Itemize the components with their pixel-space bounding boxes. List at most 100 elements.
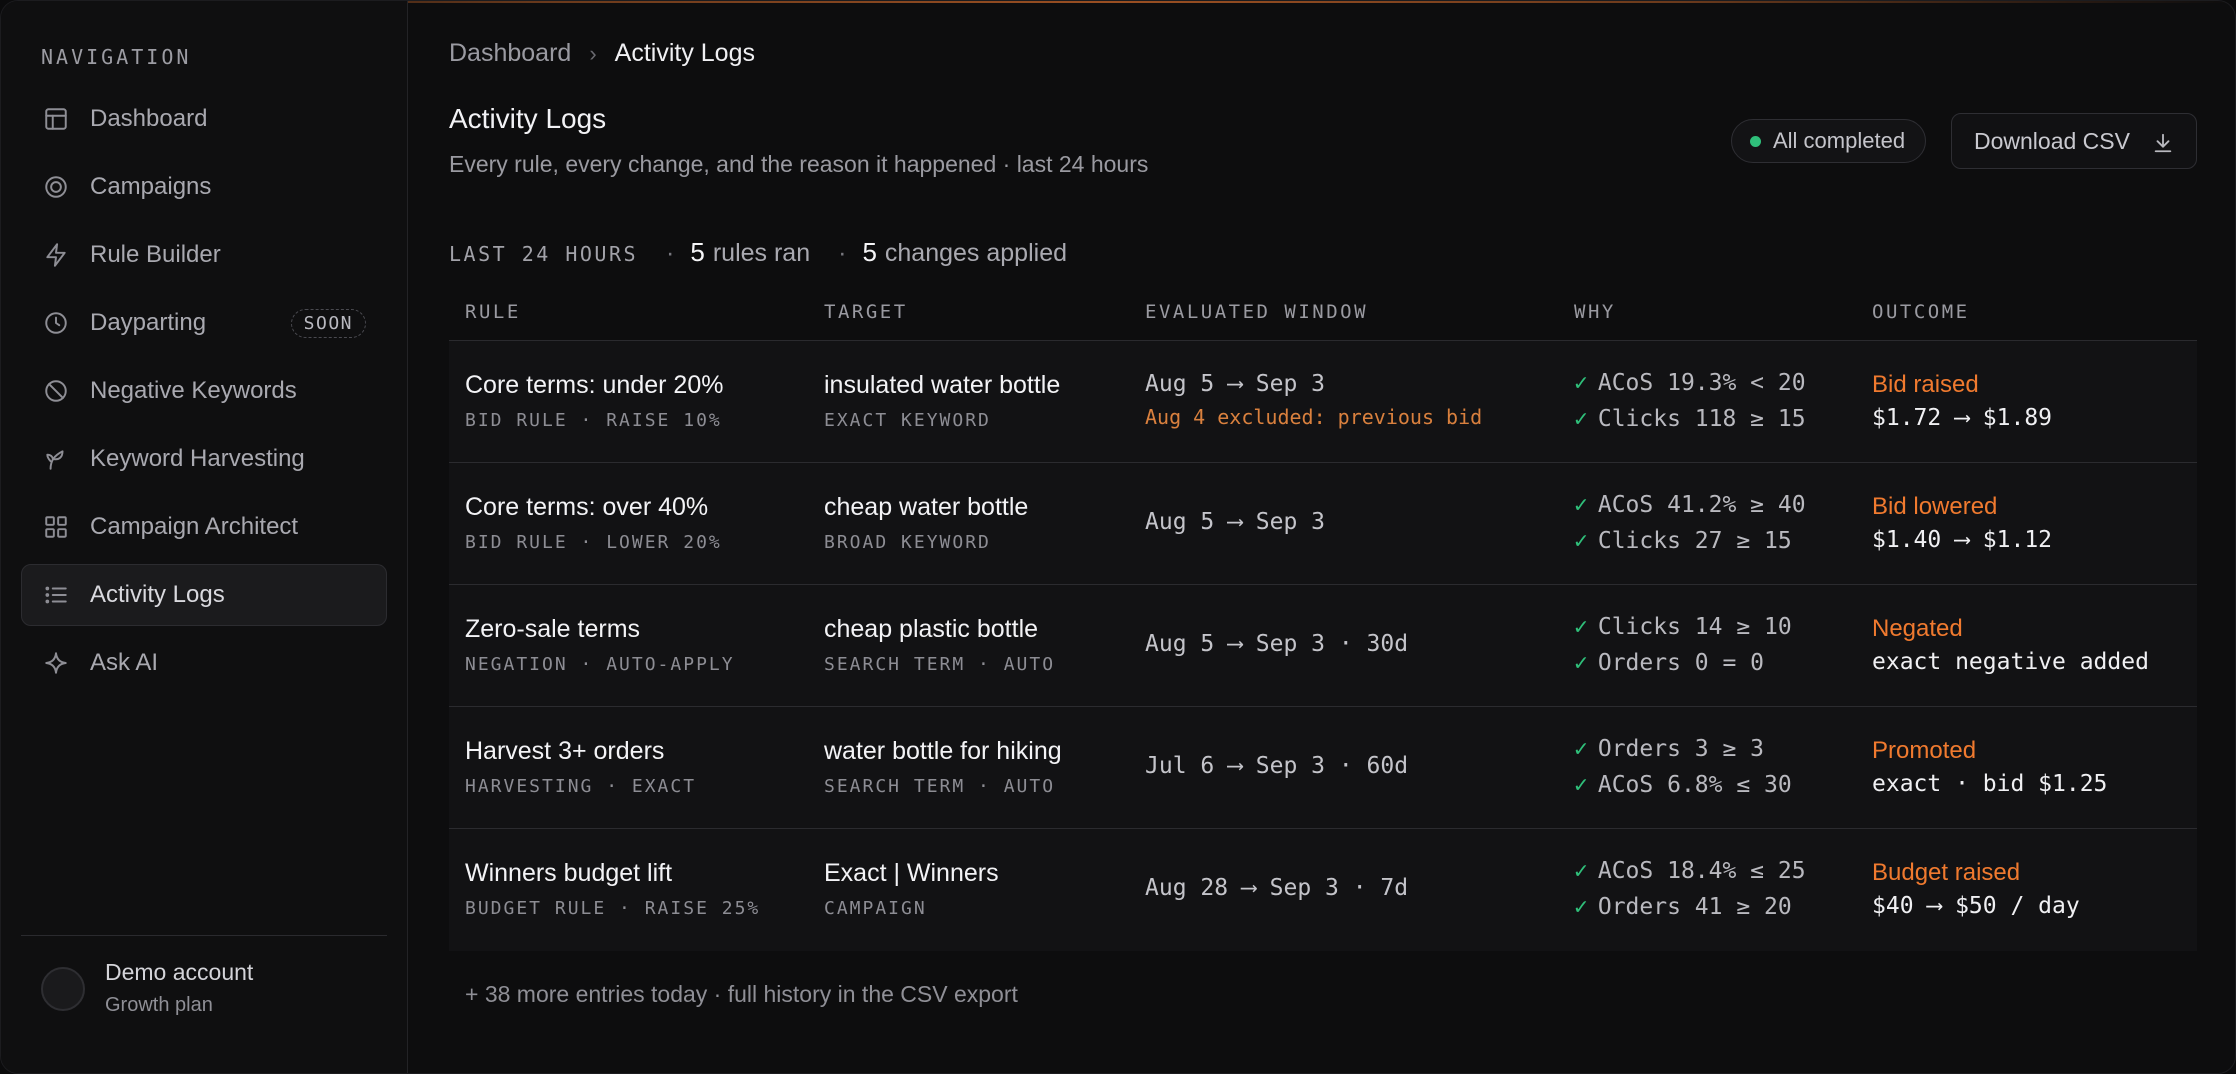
sidebar-item-label: Campaign Architect xyxy=(90,513,299,540)
breadcrumb-dashboard-link[interactable]: Dashboard xyxy=(449,39,571,68)
outcome-cell: Negated exact negative added xyxy=(1872,615,2149,675)
check-icon: ✓ xyxy=(1574,614,1588,640)
status-badge: All completed xyxy=(1731,119,1927,163)
activity-summary: LAST 24 HOURS · 5 rules ran · 5 changes … xyxy=(449,237,1067,268)
column-header-outcome: OUTCOME xyxy=(1872,301,1970,323)
evaluated-window: Aug 5 ⟶ Sep 3 xyxy=(1145,371,1326,397)
summary-separator: · xyxy=(666,239,675,267)
rule-cell: Core terms: over 40% BID RULE · LOWER 20… xyxy=(465,493,722,553)
more-entries-note: + 38 more entries today · full history i… xyxy=(465,981,1018,1007)
rule-meta: BUDGET RULE · RAISE 25% xyxy=(465,898,761,919)
breadcrumb-separator: › xyxy=(589,40,597,66)
column-header-target: TARGET xyxy=(824,301,908,323)
why-condition: ✓ Clicks 118 ≥ 15 xyxy=(1574,406,1806,432)
rules-label: rules ran xyxy=(712,239,811,267)
sidebar-item-dashboard[interactable]: Dashboard xyxy=(21,88,387,150)
why-condition: ✓ Orders 3 ≥ 3 xyxy=(1574,736,1765,762)
target-meta: EXACT KEYWORD xyxy=(824,410,991,431)
sidebar-item-ask-ai[interactable]: Ask AI xyxy=(21,632,387,694)
account-name[interactable]: Demo account xyxy=(105,959,253,986)
sidebar-item-negative-keywords[interactable]: Negative Keywords xyxy=(21,360,387,422)
check-icon: ✓ xyxy=(1574,858,1588,884)
rule-name: Core terms: over 40% xyxy=(465,493,709,521)
download-csv-button[interactable]: Download CSV xyxy=(1951,113,2197,169)
rule-cell: Winners budget lift BUDGET RULE · RAISE … xyxy=(465,859,760,919)
target-cell: water bottle for hiking SEARCH TERM · AU… xyxy=(824,737,1062,797)
sidebar-item-keyword-harvesting[interactable]: Keyword Harvesting xyxy=(21,428,387,490)
bolt-icon xyxy=(42,241,70,269)
why-condition: ✓ ACoS 41.2% ≥ 40 xyxy=(1574,492,1806,518)
target-icon xyxy=(42,173,70,201)
outcome-label: Promoted xyxy=(1872,737,1977,764)
sidebar-item-label: Campaigns xyxy=(90,173,212,200)
outcome-label: Negated xyxy=(1872,615,1963,642)
why-condition: ✓ Orders 0 = 0 xyxy=(1574,650,1765,676)
table-row[interactable]: Harvest 3+ orders HARVESTING · EXACT wat… xyxy=(449,707,2197,829)
avatar[interactable] xyxy=(41,967,85,1011)
why-cell: ✓ Orders 3 ≥ 3 ✓ ACoS 6.8% ≤ 30 xyxy=(1574,731,1792,803)
target-name: cheap water bottle xyxy=(824,493,1029,521)
rule-meta: BID RULE · RAISE 10% xyxy=(465,410,722,431)
sidebar-item-label: Negative Keywords xyxy=(90,377,297,404)
rule-name: Zero-sale terms xyxy=(465,615,641,643)
column-header-rule: RULE xyxy=(465,301,521,323)
column-header-why: WHY xyxy=(1574,301,1616,323)
clock-icon xyxy=(42,309,70,337)
summary-period: LAST 24 HOURS xyxy=(449,242,639,266)
evaluated-window: Aug 5 ⟶ Sep 3 xyxy=(1145,509,1326,535)
table-row[interactable]: Winners budget lift BUDGET RULE · RAISE … xyxy=(449,829,2197,951)
table-row[interactable]: Core terms: over 40% BID RULE · LOWER 20… xyxy=(449,463,2197,585)
account-plan: Growth plan xyxy=(105,994,213,1016)
sidebar-item-activity-logs[interactable]: Activity Logs xyxy=(21,564,387,626)
status-label: All completed xyxy=(1773,128,1906,153)
status-dot-icon xyxy=(1750,135,1761,147)
summary-separator: · xyxy=(838,239,847,267)
window-cell: Aug 28 ⟶ Sep 3 · 7d xyxy=(1145,875,1408,901)
column-header-window: EVALUATED WINDOW xyxy=(1145,301,1369,323)
why-condition: ✓ Orders 41 ≥ 20 xyxy=(1574,894,1792,920)
rule-cell: Harvest 3+ orders HARVESTING · EXACT xyxy=(465,737,696,797)
sidebar-item-campaign-architect[interactable]: Campaign Architect xyxy=(21,496,387,558)
target-meta: BROAD KEYWORD xyxy=(824,532,991,553)
sidebar-item-label: Rule Builder xyxy=(90,241,221,268)
target-meta: SEARCH TERM · AUTO xyxy=(824,654,1056,675)
outcome-cell: Promoted exact · bid $1.25 xyxy=(1872,737,2107,797)
layout-icon xyxy=(42,105,70,133)
sidebar-item-label: Activity Logs xyxy=(90,581,225,608)
check-icon: ✓ xyxy=(1574,370,1588,396)
evaluated-window: Aug 5 ⟶ Sep 3 · 30d xyxy=(1145,631,1409,657)
target-meta: SEARCH TERM · AUTO xyxy=(824,776,1056,797)
target-name: insulated water bottle xyxy=(824,371,1061,399)
why-condition: ✓ Clicks 27 ≥ 15 xyxy=(1574,528,1792,554)
target-meta: CAMPAIGN xyxy=(824,898,927,919)
sparkle-icon xyxy=(42,649,70,677)
table-row[interactable]: Core terms: under 20% BID RULE · RAISE 1… xyxy=(449,341,2197,463)
sidebar-item-label: Keyword Harvesting xyxy=(90,445,305,472)
sidebar-item-campaigns[interactable]: Campaigns xyxy=(21,156,387,218)
evaluated-window: Aug 28 ⟶ Sep 3 · 7d xyxy=(1145,875,1409,901)
window-cell: Aug 5 ⟶ Sep 3 Aug 4 excluded: previous b… xyxy=(1145,371,1482,429)
why-condition: ✓ ACoS 6.8% ≤ 30 xyxy=(1574,772,1792,798)
rule-name: Harvest 3+ orders xyxy=(465,737,665,765)
why-cell: ✓ ACoS 19.3% < 20 ✓ Clicks 118 ≥ 15 xyxy=(1574,365,1806,437)
sidebar-item-dayparting[interactable]: Dayparting SOON xyxy=(21,292,387,354)
table-row[interactable]: Zero-sale terms NEGATION · AUTO-APPLY ch… xyxy=(449,585,2197,707)
download-icon xyxy=(2154,133,2172,153)
why-condition: ✓ ACoS 18.4% ≤ 25 xyxy=(1574,858,1806,884)
outcome-cell: Bid raised $1.72 ⟶ $1.89 xyxy=(1872,371,2052,431)
outcome-detail: $1.40 ⟶ $1.12 xyxy=(1872,527,2053,553)
target-name: Exact | Winners xyxy=(824,859,999,887)
window-cell: Aug 5 ⟶ Sep 3 · 30d xyxy=(1145,631,1408,657)
outcome-detail: exact · bid $1.25 xyxy=(1872,771,2108,797)
outcome-label: Bid lowered xyxy=(1872,493,1998,520)
soon-badge: SOON xyxy=(290,309,366,338)
outcome-detail: $40 ⟶ $50 / day xyxy=(1872,893,2080,919)
window-note: Aug 4 excluded: previous bid xyxy=(1145,405,1483,429)
target-cell: cheap plastic bottle SEARCH TERM · AUTO xyxy=(824,615,1055,675)
why-condition: ✓ ACoS 19.3% < 20 xyxy=(1574,370,1806,396)
rules-count: 5 xyxy=(690,237,705,267)
sidebar-item-rule-builder[interactable]: Rule Builder xyxy=(21,224,387,286)
why-cell: ✓ Clicks 14 ≥ 10 ✓ Orders 0 = 0 xyxy=(1574,609,1792,681)
check-icon: ✓ xyxy=(1574,492,1588,518)
outcome-detail: $1.72 ⟶ $1.89 xyxy=(1872,405,2053,431)
